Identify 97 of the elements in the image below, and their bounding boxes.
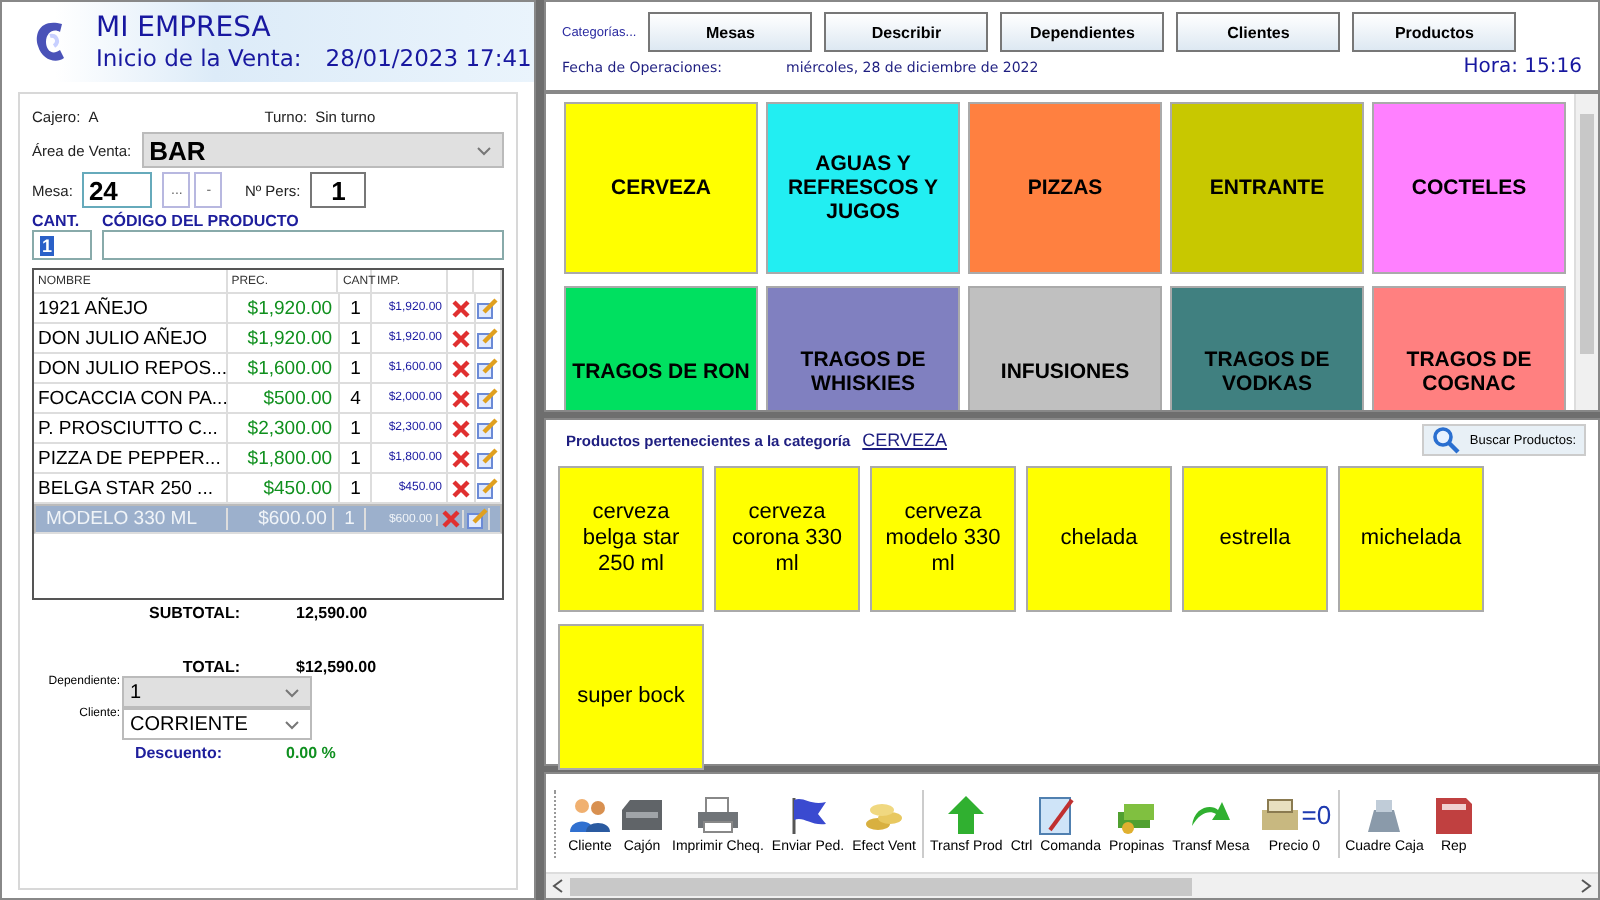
edit-icon (476, 417, 499, 439)
client-dropdown[interactable]: CORRIENTE (122, 708, 312, 740)
product-tile[interactable]: cerveza corona 330 ml (714, 466, 860, 612)
edit-icon (465, 508, 488, 530)
scroll-right-icon (1580, 878, 1592, 894)
book-icon (1431, 793, 1476, 835)
price-cell: $2,300.00 (228, 414, 341, 442)
printer-icon (695, 793, 740, 835)
chevron-down-icon (284, 719, 300, 729)
logo-icon (32, 18, 68, 66)
sales-area-dropdown[interactable]: BAR (141, 132, 504, 168)
product-tile[interactable]: michelada (1338, 466, 1484, 612)
nav-button[interactable]: Mesas (648, 12, 813, 52)
product-name-cell: DON JULIO AÑEJO (34, 324, 229, 352)
table-number-field[interactable]: 24 (82, 172, 153, 208)
total-value: $12,590.00 (296, 658, 377, 676)
current-time: Hora: 15:16 (1463, 56, 1582, 78)
quantity-cell: 1 (340, 294, 373, 322)
product-name-cell: FOCACCIA CON PA... (34, 384, 229, 412)
edit-icon (476, 357, 499, 379)
edit-icon (476, 297, 499, 319)
quantity-cell: 1 (340, 444, 373, 472)
discount-label: Descuento: (132, 744, 222, 762)
scroll-left-icon (552, 878, 564, 894)
edit-icon (476, 477, 499, 499)
price-cell: $1,920.00 (228, 294, 341, 322)
delete-icon (451, 479, 470, 497)
delete-icon (451, 449, 470, 467)
product-name-cell: MODELO 330 ML (42, 508, 228, 530)
chevron-down-icon (284, 687, 300, 697)
people-icon (568, 793, 612, 835)
notepad-icon (1033, 793, 1078, 835)
company-name: MI EMPRESA (96, 12, 273, 44)
product-code-label: CÓDIGO DEL PRODUCTO (102, 212, 299, 230)
quantity-cell: 1 (340, 354, 373, 382)
category-tile[interactable]: CERVEZA (564, 102, 758, 274)
people-field[interactable]: 1 (310, 172, 367, 208)
subtotal-label: SUBTOTAL: (147, 604, 240, 622)
price-cell: $450.00 (228, 474, 341, 502)
horizontal-scrollbar[interactable] (546, 872, 1598, 898)
delete-icon (451, 299, 470, 317)
delete-icon (451, 389, 470, 407)
delete-icon (451, 329, 470, 347)
product-name-cell: PIZZA DE PEPPER... (34, 444, 229, 472)
product-tile[interactable]: chelada (1026, 466, 1172, 612)
edit-icon (476, 327, 499, 349)
sale-start-datetime: 28/01/2023 17:41 (325, 44, 532, 72)
product-tile[interactable]: cerveza belga star 250 ml (558, 466, 704, 612)
product-name-cell: 1921 AÑEJO (34, 294, 229, 322)
nav-button[interactable]: Clientes (1176, 12, 1341, 52)
category-tile[interactable]: ENTRANTE (1170, 102, 1364, 274)
up-arrow-icon (944, 793, 989, 835)
price-cell: $600.00 (227, 508, 335, 530)
subtotal-value: 12,590.00 (296, 604, 368, 622)
product-name-cell: DON JULIO REPOS... (34, 354, 229, 382)
category-tile[interactable]: INFUSIONES (968, 286, 1162, 410)
sale-start-label: Inicio de la Venta: (96, 44, 302, 72)
nav-button[interactable]: Describir (824, 12, 989, 52)
edit-icon (476, 387, 499, 409)
category-tile[interactable]: TRAGOS DE WHISKIES (766, 286, 960, 410)
edit-icon (476, 447, 499, 469)
quantity-cell: 1 (340, 414, 373, 442)
product-tile[interactable]: super bock (558, 624, 704, 770)
category-tile[interactable]: TRAGOS DE VODKAS (1170, 286, 1364, 410)
vertical-scrollbar[interactable] (1574, 94, 1598, 410)
quantity-cell: 1 (340, 324, 373, 352)
quantity-label: CANT. (32, 212, 82, 230)
delete-icon (451, 419, 470, 437)
category-link[interactable]: CERVEZA (862, 430, 947, 450)
delete-icon (441, 510, 460, 528)
chevron-down-icon (476, 145, 492, 155)
category-tile[interactable]: COCTELES (1372, 102, 1566, 274)
product-tile[interactable]: estrella (1182, 466, 1328, 612)
quantity-cell: 1 (340, 474, 373, 502)
category-tile[interactable]: TRAGOS DE RON (564, 286, 758, 410)
nav-button[interactable]: Productos (1352, 12, 1517, 52)
price-cell: $1,800.00 (228, 444, 341, 472)
cash-register-icon (1257, 793, 1302, 835)
quantity-cell: 4 (340, 384, 373, 412)
total-label: TOTAL: (180, 658, 240, 676)
product-name-cell: P. PROSCIUTTO C... (34, 414, 229, 442)
discount-value: 0.00 % (286, 744, 336, 762)
quantity-cell: 1 (334, 508, 367, 530)
search-icon (1431, 426, 1460, 454)
product-name-cell: BELGA STAR 250 ... (34, 474, 229, 502)
price-cell: $500.00 (228, 384, 341, 412)
category-tile[interactable]: TRAGOS DE COGNAC (1372, 286, 1566, 410)
price-cell: $1,920.00 (228, 324, 341, 352)
category-tile[interactable]: AGUAS Y REFRESCOS Y JUGOS (766, 102, 960, 274)
waiter-dropdown[interactable]: 1 (122, 676, 312, 708)
delete-icon (451, 359, 470, 377)
quantity-field[interactable]: 1 (32, 230, 92, 260)
nav-button[interactable]: Dependientes (1000, 12, 1165, 52)
category-tile[interactable]: PIZZAS (968, 102, 1162, 274)
price-cell: $1,600.00 (228, 354, 341, 382)
product-code-field[interactable] (102, 230, 504, 260)
product-tile[interactable]: cerveza modelo 330 ml (870, 466, 1016, 612)
